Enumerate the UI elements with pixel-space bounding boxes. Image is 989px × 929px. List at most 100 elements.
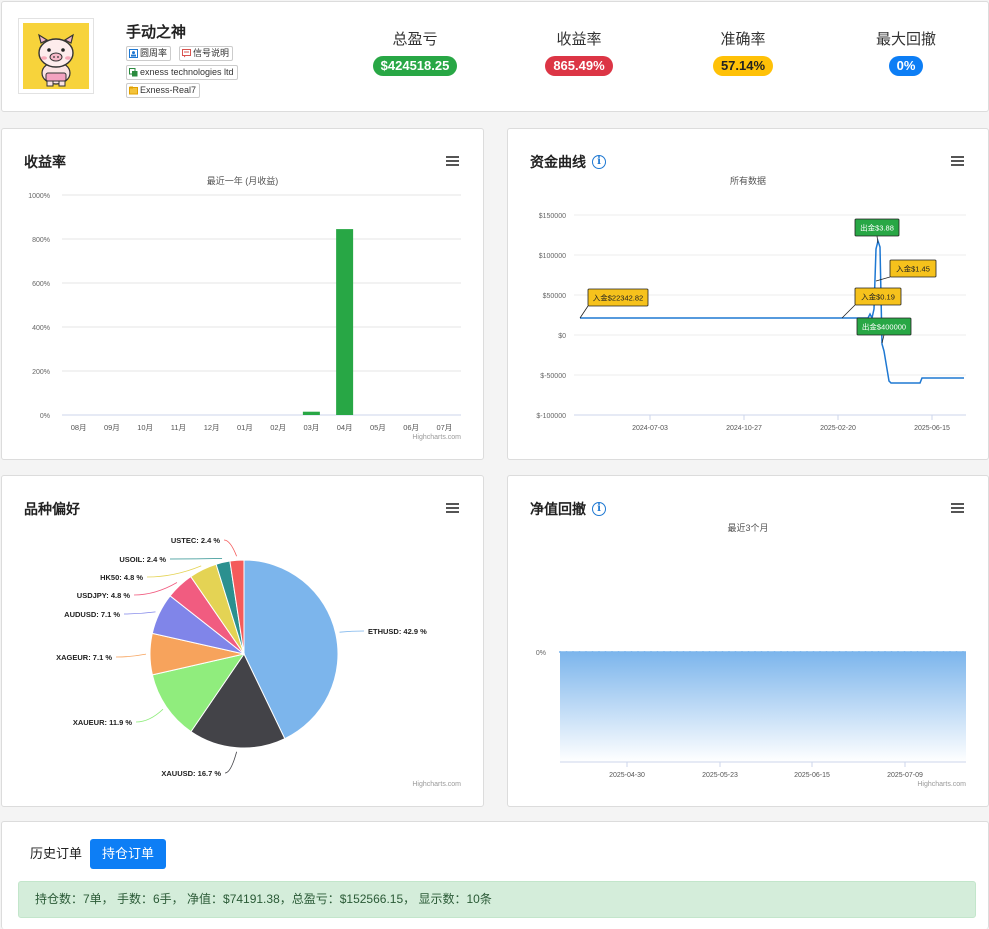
symbol-credits[interactable]: Highcharts.com <box>412 781 461 788</box>
drawdown-point <box>721 651 724 653</box>
stat-max-drawdown-value: 0% <box>888 56 924 76</box>
orders-summary: 持仓数：7单， 手数：6手， 净值：$74191.38，总盈亏：$152566.… <box>18 881 976 918</box>
bar <box>336 229 354 415</box>
x-tick-label: 04月 <box>337 423 353 432</box>
equity-panel: 资金曲线 i 所有数据 $150000 $100000 $50000 $0 $-50000… <box>507 128 989 460</box>
pie-label: AUDUSD: 7.1 % <box>64 610 120 619</box>
x-tick-label: 06月 <box>403 423 419 432</box>
drawdown-point <box>578 651 581 653</box>
annotation-connector <box>579 305 589 319</box>
drawdown-point <box>630 651 633 653</box>
drawdown-point <box>728 651 730 653</box>
x-tick-label: 2025-04-30 <box>609 772 645 779</box>
pie-label: USDJPY: 4.8 % <box>77 591 131 600</box>
bar <box>302 411 320 415</box>
pig-avatar-icon <box>23 23 89 89</box>
stat-accuracy-value: 57.14% <box>712 56 774 76</box>
drawdown-point <box>799 651 802 653</box>
drawdown-point <box>637 651 639 653</box>
x-tick-label: 08月 <box>71 423 87 432</box>
drawdown-point <box>617 651 620 653</box>
pie-label: USOIL: 2.4 % <box>119 555 166 564</box>
x-tick-label: 07月 <box>436 423 452 432</box>
drawdown-point <box>780 651 782 653</box>
y-tick-label: $-50000 <box>540 373 566 380</box>
drawdown-point <box>819 651 821 653</box>
pie-label: USTEC: 2.4 % <box>171 536 221 545</box>
avatar <box>18 18 94 94</box>
tab-open-orders[interactable]: 持仓订单 <box>90 839 167 869</box>
tag-broker[interactable]: exness technologies ltd <box>126 65 238 80</box>
drawdown-point <box>702 651 704 653</box>
stat-accuracy: 准确率 57.14% <box>678 28 808 76</box>
pie-connector <box>135 708 164 723</box>
drawdown-point <box>747 651 750 653</box>
drawdown-point <box>858 651 860 653</box>
annotation-label: 入金$1.45 <box>896 264 930 274</box>
folder-icon <box>129 86 138 95</box>
drawdown-point <box>624 651 626 653</box>
drawdown-point <box>897 651 899 653</box>
equity-chart: $150000 $100000 $50000 $0 $-50000 $-100000 202… <box>536 213 966 432</box>
x-tick-label: 02月 <box>270 423 286 432</box>
orders-panel: 历史订单 持仓订单 持仓数：7单， 手数：6手， 净值：$74191.38，总盈… <box>1 821 989 929</box>
pie-connector <box>223 539 237 557</box>
x-tick-label: 01月 <box>237 423 253 432</box>
y-tick-label: 0% <box>40 413 50 420</box>
drawdown-point <box>923 651 925 653</box>
x-tick-label: 2025-05-23 <box>702 772 738 779</box>
drawdown-point <box>806 651 808 653</box>
x-tick-label: 2025-02-20 <box>820 425 856 432</box>
pie-label: XAUEUR: 11.9 % <box>73 718 133 727</box>
drawdown-point <box>741 651 743 653</box>
trader-header: 手动之神 圆周率 信号说明 exness technologies ltd Ex… <box>1 1 989 112</box>
y-tick-label: 200% <box>32 369 50 376</box>
drawdown-point <box>559 651 561 653</box>
y-tick-label: 1000% <box>28 193 50 200</box>
drawdown-point <box>611 651 613 653</box>
drawdown-point <box>890 651 893 653</box>
y-tick-label: $100000 <box>539 253 566 260</box>
symbol-panel: 品种偏好 ETHUSD: 42.9 % XAUUSD: 16.7 % XAUEUR:… <box>1 475 484 807</box>
tag-profile[interactable]: 圆周率 <box>126 46 172 61</box>
returns-chart: 0% 200% 400% 600% 800% 1000% 08月 09月 10月 11月 12月 01… <box>28 193 461 432</box>
drawdown-point <box>832 651 834 653</box>
x-tick-label: 12月 <box>204 423 220 432</box>
drawdown-point <box>825 651 828 653</box>
tag-profile-label: 圆周率 <box>140 48 168 58</box>
tag-signal-info[interactable]: 信号说明 <box>179 46 234 61</box>
returns-credits[interactable]: Highcharts.com <box>412 434 461 441</box>
drawdown-point <box>864 651 867 653</box>
drawdown-point <box>942 651 945 653</box>
x-tick-label: 11月 <box>171 423 186 432</box>
drawdown-point <box>604 651 607 653</box>
tag-server[interactable]: Exness-Real7 <box>126 83 201 98</box>
drawdown-point <box>585 651 587 653</box>
drawdown-point <box>812 651 815 653</box>
tag-signal-info-label: 信号说明 <box>193 48 230 58</box>
pie-connector <box>123 611 156 615</box>
drawdown-area <box>560 652 966 762</box>
drawdown-point <box>949 651 951 653</box>
x-tick-label: 10月 <box>137 423 153 432</box>
stat-accuracy-label: 准确率 <box>720 31 766 48</box>
tab-history-orders[interactable]: 历史订单 <box>18 839 94 869</box>
pie-label: XAGEUR: 7.1 % <box>56 653 112 662</box>
stat-return-rate-label: 收益率 <box>556 31 602 48</box>
y-tick-label: 400% <box>32 325 50 332</box>
drawdown-credits[interactable]: Highcharts.com <box>917 781 966 788</box>
x-tick-label: 2024-10-27 <box>726 425 762 432</box>
drawdown-point <box>682 651 685 653</box>
drawdown-point <box>877 651 880 653</box>
drawdown-point <box>760 651 763 653</box>
annotation-connector <box>841 304 856 319</box>
pie-connector <box>133 582 178 596</box>
drawdown-point <box>871 651 873 653</box>
drawdown-point <box>903 651 906 653</box>
drawdown-point <box>910 651 912 653</box>
x-tick-label: 2024-07-03 <box>632 425 668 432</box>
pie-connector <box>115 653 147 658</box>
trader-name: 手动之神 <box>126 24 187 41</box>
drawdown-point <box>916 651 919 653</box>
drawdown-point <box>851 651 854 653</box>
